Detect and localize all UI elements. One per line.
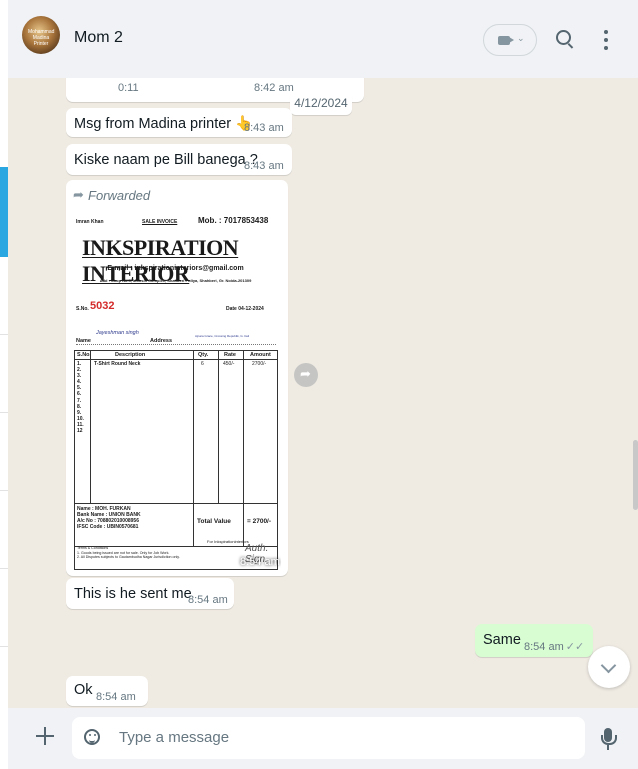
total-label: Total Value <box>197 518 231 525</box>
item-amount: 2700/- <box>252 361 267 367</box>
compose-bar: Type a message <box>8 708 638 769</box>
message-text: Kiske naam pe Bill banega ? <box>74 152 258 168</box>
invoice-address: Add : Shop No.5, Mohsin Complex, Shahber… <box>99 278 252 283</box>
message-input[interactable]: Type a message <box>72 717 585 759</box>
forwarded-label: Forwarded <box>73 187 151 203</box>
address-label: Address <box>150 338 173 344</box>
avatar[interactable]: Mohammad Madina Printer <box>22 16 60 54</box>
message-time: 8:43 am <box>244 160 284 172</box>
message-bubble[interactable]: This is he sent me 8:54 am <box>66 578 234 609</box>
name-label: Name <box>76 338 91 344</box>
contact-name[interactable]: Mom 2 <box>74 29 123 47</box>
divider <box>0 334 8 335</box>
total-value: = 2700/- <box>247 518 272 525</box>
invoice-type: SALE INVOICE <box>142 219 178 225</box>
invoice-table: S.No. Description Qty. Rate Amount 1. 2. 3… <box>74 350 278 570</box>
message-list[interactable]: 0:11 8:42 am 4/12/2024 Msg from Madina p… <box>8 78 638 708</box>
search-icon[interactable] <box>556 30 571 45</box>
outgoing-message-bubble[interactable]: Same 8:54 am ✓✓ <box>475 624 593 657</box>
attach-plus-icon[interactable] <box>36 727 54 745</box>
message-text: Ok <box>74 682 93 698</box>
item-description: T-Shirt Round Neck <box>94 361 141 367</box>
chevron-down-icon: ⌄ <box>517 33 525 43</box>
message-bubble[interactable]: Msg from Madina printer 👆 8:43 am <box>66 108 292 137</box>
scrollbar[interactable] <box>633 440 638 510</box>
image-message[interactable]: Forwarded Imran Khan SALE INVOICE Mob. :… <box>66 180 288 576</box>
message-bubble[interactable]: Kiske naam pe Bill banega ? 8:43 am <box>66 144 292 175</box>
video-call-button[interactable]: ⌄ <box>483 24 537 56</box>
invoice-for-line: For Inkspirationinteriors <box>207 539 249 544</box>
invoice-email: E-mail : inkspirationinteriors@gmail.com <box>107 265 244 272</box>
divider <box>0 568 8 569</box>
message-input-placeholder: Type a message <box>119 729 230 746</box>
mic-icon[interactable] <box>601 728 617 750</box>
invoice-table-header: S.No. Description Qty. Rate Amount <box>75 351 277 360</box>
message-bubble[interactable]: Ok 8:54 am <box>66 676 148 706</box>
message-meta: 8:54 am ✓✓ <box>524 640 584 653</box>
column-header: Rate <box>224 352 236 358</box>
invoice-mobile: Mob. : 7017853438 <box>198 216 269 225</box>
message-time: 8:54 am <box>96 691 136 703</box>
message-text: This is he sent me <box>74 586 192 602</box>
message-time: 8:54 am <box>524 641 564 653</box>
invoice-date: Date 04-12-2024 <box>226 306 264 312</box>
bank-details: Name : MOH. FURKAN Bank Name : UNION BAN… <box>77 506 141 530</box>
audio-duration: 0:11 <box>118 82 139 94</box>
forwarded-text: Forwarded <box>88 188 151 203</box>
divider <box>0 412 8 413</box>
forward-icon <box>73 187 84 203</box>
invoice-owner: Imran Khan <box>76 219 104 225</box>
selected-chat-indicator <box>0 167 8 257</box>
column-header: Amount <box>250 352 271 358</box>
message-time: 8:54 am <box>188 594 228 606</box>
scroll-to-bottom-button[interactable] <box>588 646 630 688</box>
message-text: Same <box>483 632 521 648</box>
invoice-number: 5032 <box>90 300 115 312</box>
message-text: Msg from Madina printer 👆 <box>74 116 254 132</box>
double-check-icon: ✓✓ <box>565 641 585 653</box>
divider <box>0 646 8 647</box>
item-qty: 6 <box>201 361 204 367</box>
forward-button[interactable] <box>294 363 318 387</box>
column-header: S.No. <box>77 352 92 358</box>
message-time: 8:54 am <box>240 556 280 568</box>
divider <box>0 490 8 491</box>
date-chip: 4/12/2024 <box>290 91 352 115</box>
emoji-icon[interactable] <box>84 729 100 745</box>
row-numbers: 1. 2. 3. 4. 5. 6. 7. 8. 9. 10. 11. 12 <box>77 361 84 435</box>
invoice-image[interactable]: Imran Khan SALE INVOICE Mob. : 701785343… <box>70 210 281 572</box>
chat-header: Mohammad Madina Printer Mom 2 ⌄ <box>8 0 638 79</box>
message-time: 8:42 am <box>254 82 294 94</box>
menu-icon[interactable] <box>604 30 608 50</box>
column-header: Description <box>115 352 146 358</box>
invoice-customer-name: Jayeshman singh <box>96 330 139 336</box>
column-header: Qty. <box>198 352 209 358</box>
video-camera-icon <box>498 36 514 45</box>
message-time: 8:43 am <box>244 122 284 134</box>
invoice-name-row: Name Address <box>76 338 276 345</box>
item-rate: 450/- <box>223 361 235 367</box>
avatar-logo-text: Mohammad Madina Printer <box>28 29 55 47</box>
invoice-terms: Terms & Conditions 1. Goods being issued… <box>77 546 180 560</box>
invoice-sno-label: S.No. <box>76 306 89 312</box>
